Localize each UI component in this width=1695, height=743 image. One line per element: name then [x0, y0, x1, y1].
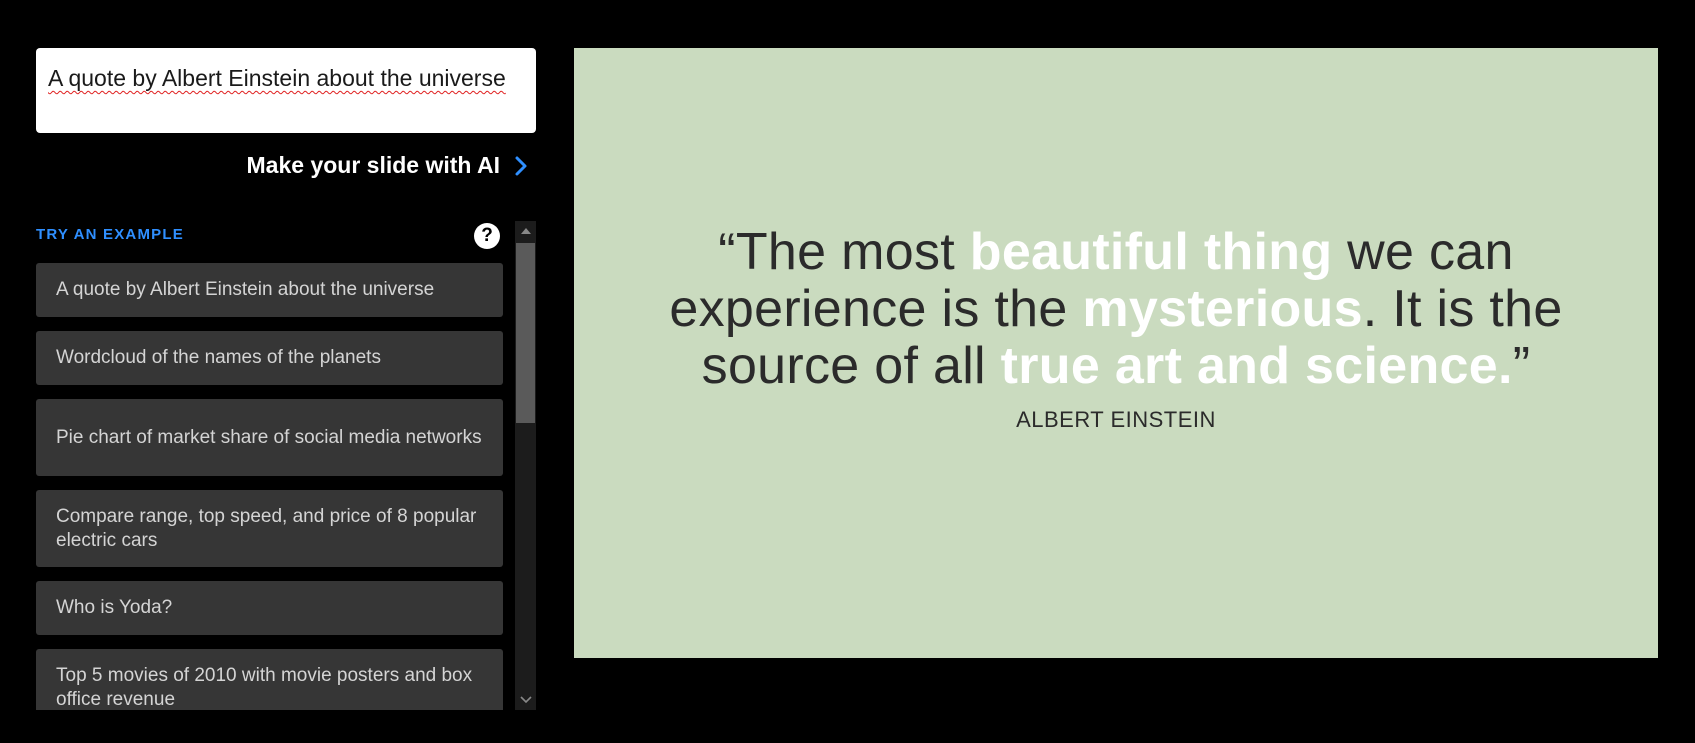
scroll-down-button[interactable] — [515, 692, 536, 708]
make-slide-button-label: Make your slide with AI — [246, 152, 500, 178]
examples-heading: TRY AN EXAMPLE — [36, 226, 184, 243]
scroll-up-button[interactable] — [515, 223, 536, 239]
quote-highlight: mysterious — [1082, 279, 1363, 338]
triangle-up-icon — [520, 228, 531, 234]
scroll-thumb[interactable] — [516, 243, 535, 423]
make-slide-button[interactable]: Make your slide with AI — [247, 152, 530, 179]
slide-preview: “The most beautiful thing we can experie… — [574, 48, 1658, 658]
slide-quote: “The most beautiful thing we can experie… — [636, 222, 1596, 395]
prompt-input[interactable]: A quote by Albert Einstein about the uni… — [36, 48, 536, 133]
quote-highlight: true art and science. — [1000, 336, 1513, 395]
chevron-down-icon — [519, 696, 532, 704]
chevron-right-icon — [515, 156, 527, 175]
example-item-label: Pie chart of market share of social medi… — [56, 426, 482, 448]
example-item[interactable]: Pie chart of market share of social medi… — [36, 399, 503, 476]
example-item-label: Wordcloud of the names of the planets — [56, 347, 381, 368]
examples-scrollbar[interactable] — [515, 221, 536, 710]
example-item-label: Compare range, top speed, and price of 8… — [56, 505, 477, 551]
example-item[interactable]: A quote by Albert Einstein about the uni… — [36, 263, 503, 317]
example-item[interactable]: Compare range, top speed, and price of 8… — [36, 490, 503, 567]
quote-part: ” — [1512, 336, 1531, 395]
example-item[interactable]: Top 5 movies of 2010 with movie posters … — [36, 649, 503, 710]
example-item[interactable]: Wordcloud of the names of the planets — [36, 331, 503, 385]
example-item-label: A quote by Albert Einstein about the uni… — [56, 279, 435, 300]
quote-highlight: beautiful thing — [969, 222, 1333, 281]
question-circle-icon[interactable]: ? — [474, 223, 500, 249]
prompt-input-text: A quote by Albert Einstein about the uni… — [48, 65, 506, 91]
examples-list: A quote by Albert Einstein about the uni… — [36, 263, 503, 710]
quote-part: “The most — [718, 222, 970, 281]
example-item[interactable]: Who is Yoda? — [36, 581, 503, 635]
example-item-label: Who is Yoda? — [56, 597, 173, 618]
quote-author: ALBERT EINSTEIN — [1016, 406, 1216, 432]
example-item-label: Top 5 movies of 2010 with movie posters … — [56, 664, 473, 710]
